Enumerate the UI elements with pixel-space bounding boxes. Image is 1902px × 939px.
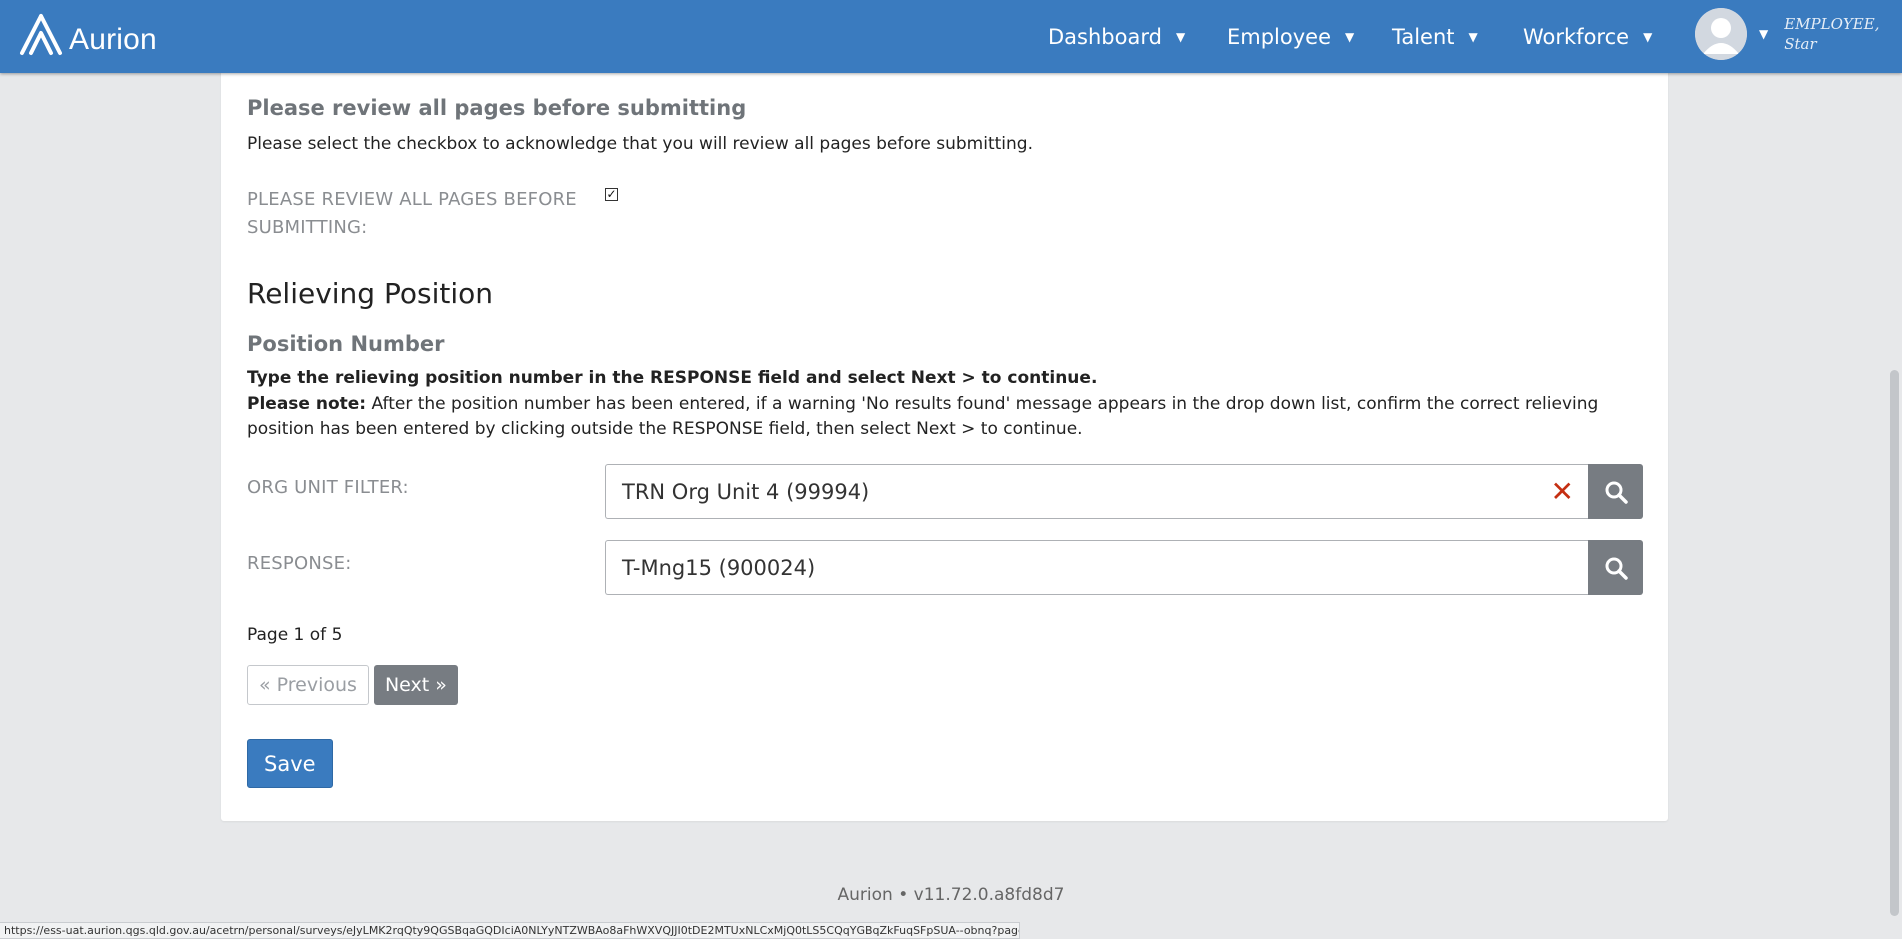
nav-item-label: Talent <box>1392 24 1455 49</box>
org-unit-value: TRN Org Unit 4 (99994) <box>622 479 870 504</box>
note-text: After the position number has been enter… <box>247 394 1599 439</box>
org-unit-search-button[interactable] <box>1588 464 1643 519</box>
page-scrollbar[interactable] <box>1885 0 1902 939</box>
brand-link[interactable]: Aurion <box>19 12 157 58</box>
user-avatar-icon <box>1695 8 1747 60</box>
nav-item-employee[interactable]: Employee ▼ <box>1227 0 1354 73</box>
org-unit-label: ORG UNIT FILTER: <box>247 477 409 498</box>
magnifier-search-icon <box>1605 557 1628 580</box>
save-button[interactable]: Save <box>247 739 333 788</box>
magnifier-search-icon <box>1605 481 1628 504</box>
review-checkbox[interactable]: ✓ <box>605 188 618 201</box>
position-number-heading: Position Number <box>247 332 445 356</box>
status-bar-url: https://ess-uat.aurion.qgs.qld.gov.au/ac… <box>0 922 1020 939</box>
position-instruction: Type the relieving position number in th… <box>247 368 1098 388</box>
response-input[interactable]: T-Mng15 (900024) <box>605 540 1588 595</box>
position-note: Please note: After the position number h… <box>247 392 1647 442</box>
org-unit-input[interactable]: TRN Org Unit 4 (99994) ✕ <box>605 464 1588 519</box>
review-heading: Please review all pages before submittin… <box>247 96 747 120</box>
pagination: « Previous Next » <box>247 665 458 705</box>
survey-card: Please review all pages before submittin… <box>221 60 1668 821</box>
chevron-down-icon: ▼ <box>1468 29 1478 44</box>
response-search-button[interactable] <box>1588 540 1643 595</box>
note-label: Please note: <box>247 394 367 414</box>
nav-item-label: Employee <box>1227 24 1332 49</box>
response-value: T-Mng15 (900024) <box>622 555 816 580</box>
relieving-position-title: Relieving Position <box>247 277 493 310</box>
aurion-logo-icon <box>20 14 62 55</box>
brand-name: Aurion <box>69 23 157 56</box>
user-name-line2: Star <box>1784 35 1817 53</box>
footer-version: Aurion • v11.72.0.a8fd8d7 <box>837 885 1065 905</box>
previous-button[interactable]: « Previous <box>247 665 369 705</box>
response-label: RESPONSE: <box>247 553 352 574</box>
page-indicator: Page 1 of 5 <box>247 625 343 645</box>
review-field-label: PLEASE REVIEW ALL PAGES BEFORE SUBMITTIN… <box>247 186 577 242</box>
nav-item-label: Dashboard <box>1048 24 1162 49</box>
chevron-down-icon: ▼ <box>1175 29 1186 44</box>
review-field-label-line2: SUBMITTING: <box>247 217 368 238</box>
scrollbar-thumb[interactable] <box>1890 370 1899 916</box>
chevron-down-icon: ▼ <box>1643 29 1653 44</box>
nav-item-label: Workforce <box>1523 24 1630 49</box>
response-input-group: T-Mng15 (900024) <box>605 540 1643 595</box>
nav-item-talent[interactable]: Talent ▼ <box>1392 0 1478 73</box>
review-instruction: Please select the checkbox to acknowledg… <box>247 134 1033 154</box>
chevron-down-icon: ▼ <box>1345 29 1355 44</box>
top-navbar: Aurion Dashboard ▼ Employee ▼ Talent ▼ W… <box>0 0 1902 73</box>
review-field-label-line1: PLEASE REVIEW ALL PAGES BEFORE <box>247 189 577 210</box>
next-button[interactable]: Next » <box>373 665 458 705</box>
clear-x-icon[interactable]: ✕ <box>1551 477 1574 506</box>
user-name: EMPLOYEE, Star <box>1784 14 1879 54</box>
chevron-down-icon: ▼ <box>1759 27 1769 41</box>
nav-item-dashboard[interactable]: Dashboard ▼ <box>1048 0 1185 73</box>
org-unit-input-group: TRN Org Unit 4 (99994) ✕ <box>605 464 1643 519</box>
user-menu[interactable]: ▼ EMPLOYEE, Star <box>1695 8 1879 60</box>
nav-item-workforce[interactable]: Workforce ▼ <box>1523 0 1652 73</box>
user-name-line1: EMPLOYEE, <box>1784 15 1880 33</box>
